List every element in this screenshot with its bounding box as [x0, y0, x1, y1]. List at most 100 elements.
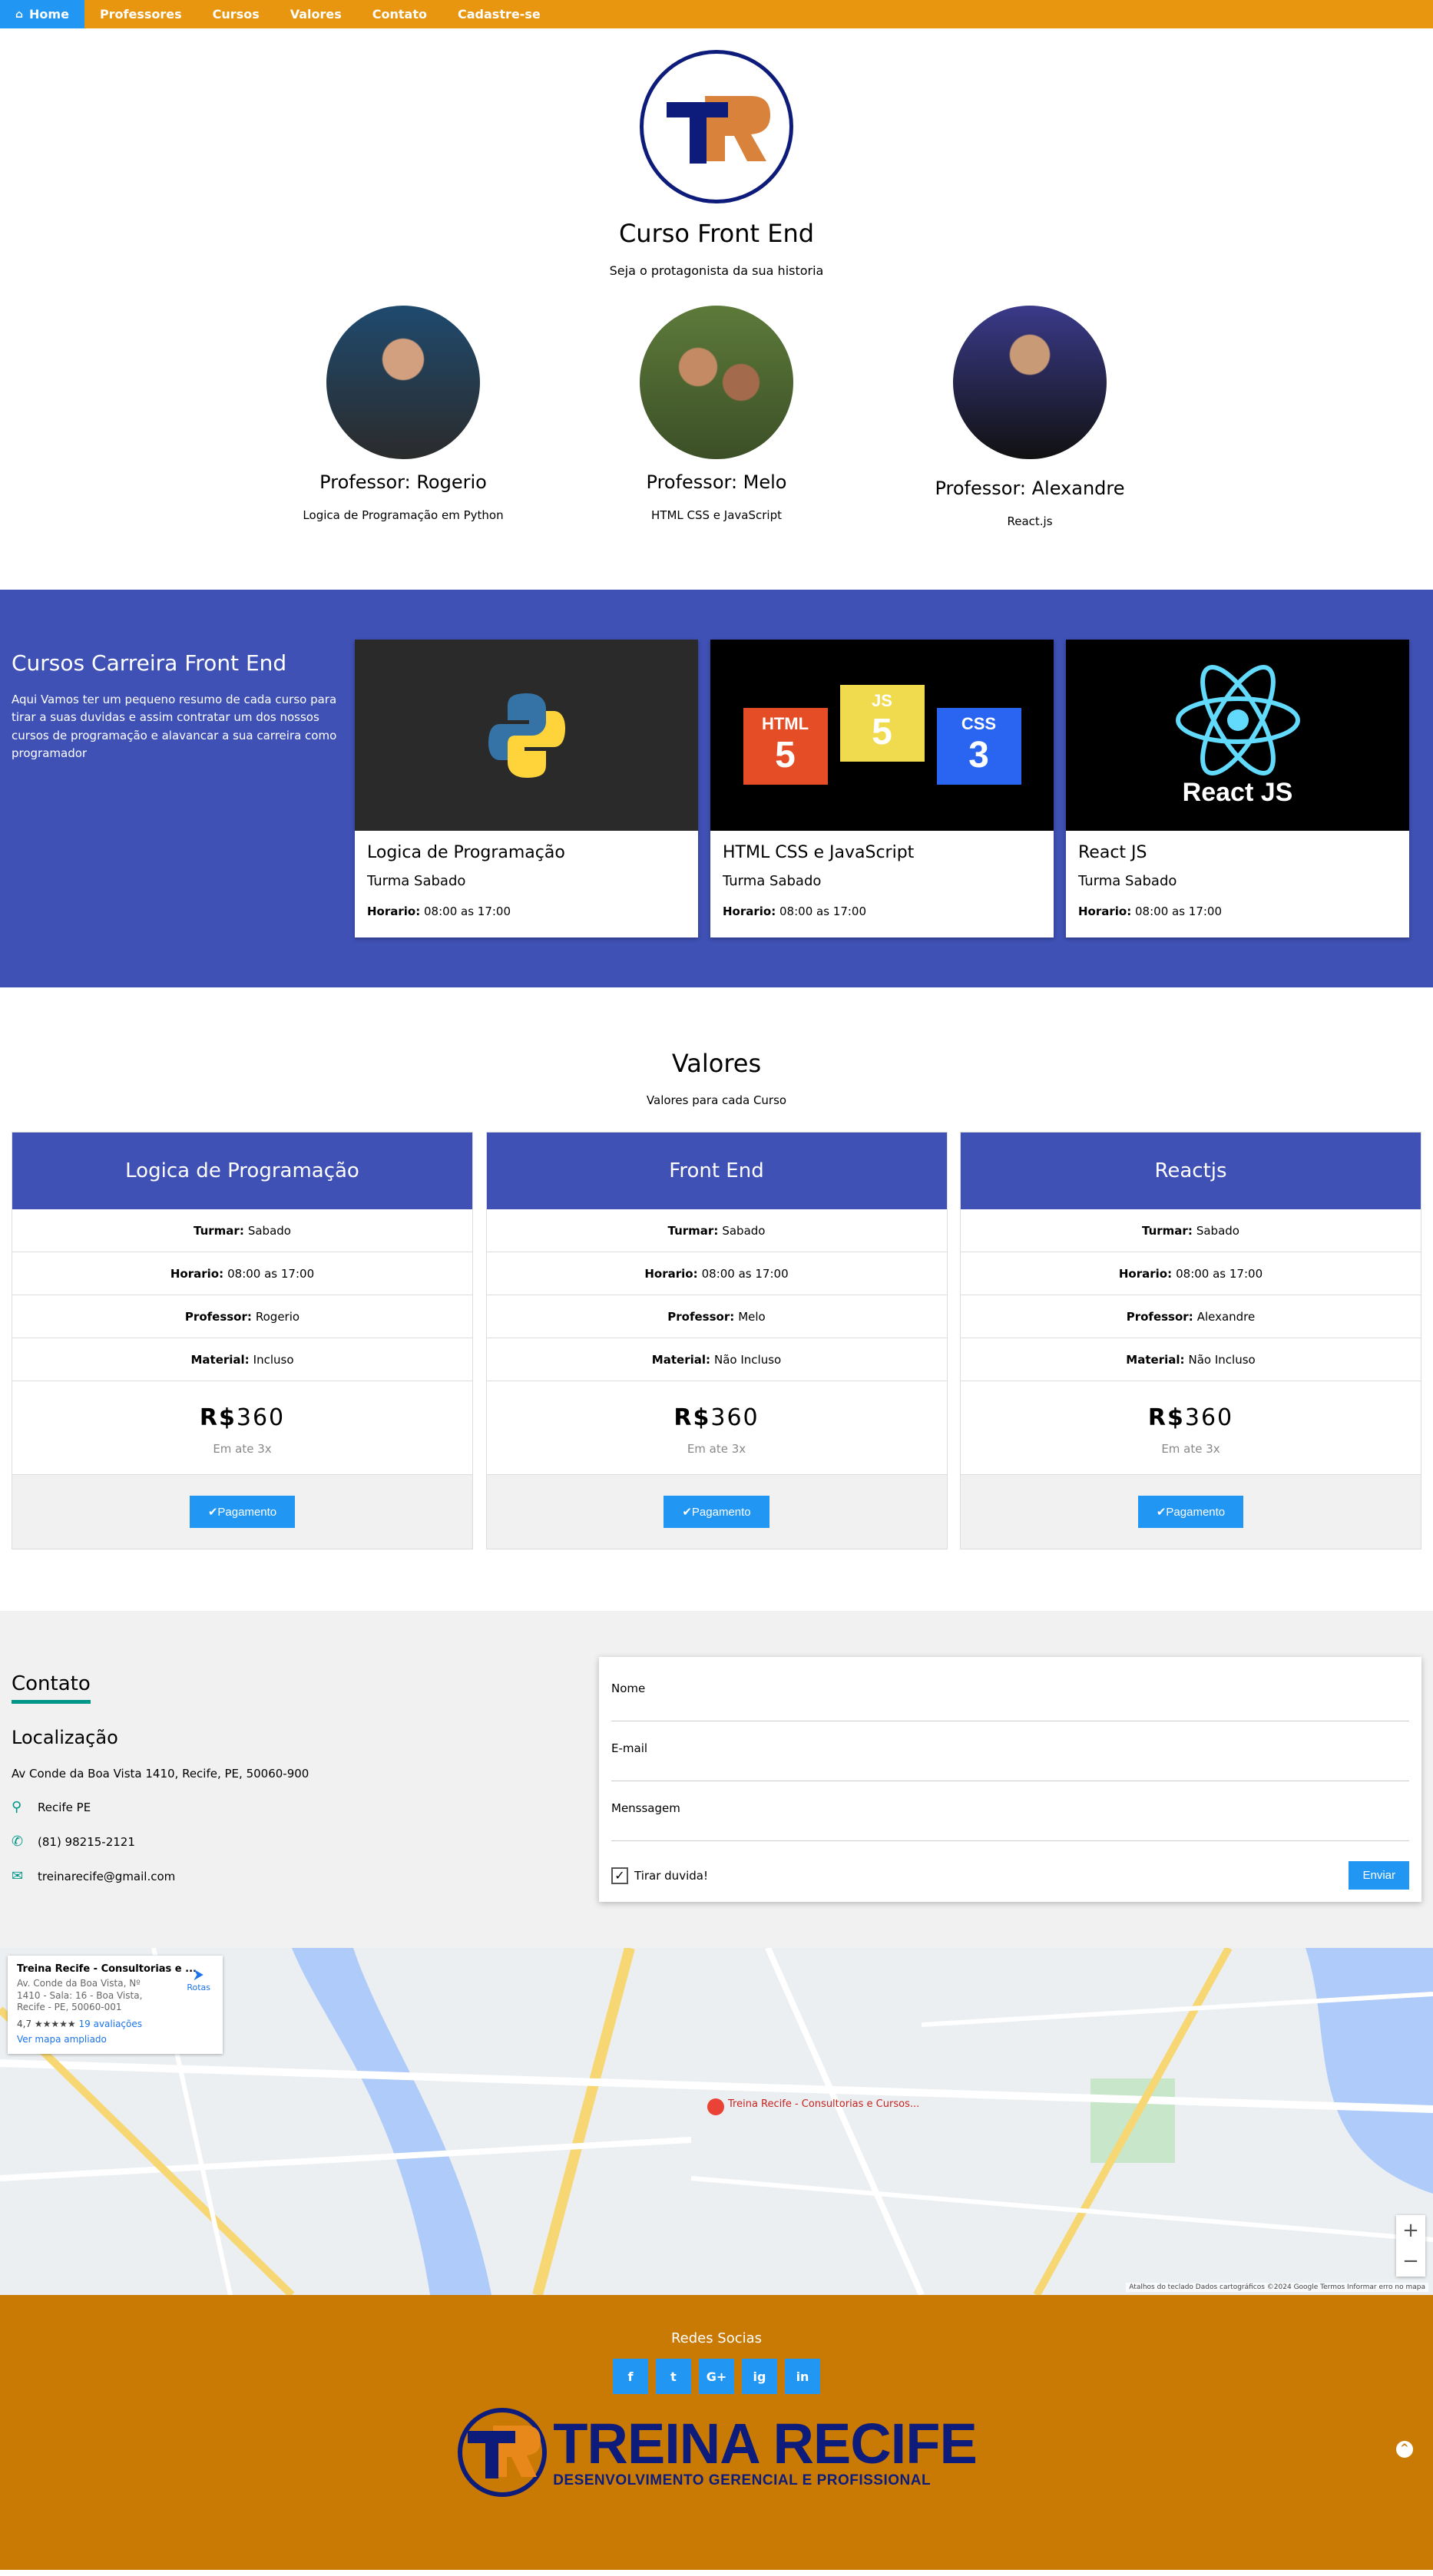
course-card: React JS React JS Turma Sabado Horario: …: [1066, 640, 1409, 937]
google-plus-icon[interactable]: G+: [699, 2359, 734, 2394]
social-links: f t G+ ig in: [0, 2359, 1433, 2394]
contact-email: ✉ treinarecife@gmail.com: [12, 1868, 176, 1884]
professor-desc: React.js: [1007, 514, 1053, 528]
home-icon: ⌂: [15, 8, 24, 21]
checkmark-icon: ✓: [611, 1867, 628, 1884]
price-horario: Horario: 08:00 as 17:00: [486, 1252, 947, 1295]
name-field[interactable]: Nome: [611, 1682, 1409, 1721]
instagram-icon[interactable]: ig: [742, 2359, 777, 2394]
twitter-icon[interactable]: t: [656, 2359, 691, 2394]
nav-home-label: Home: [29, 7, 69, 21]
price-professor: Professor: Melo: [486, 1295, 947, 1338]
price-value: R$360 Em ate 3x: [12, 1381, 472, 1475]
submit-button[interactable]: Enviar: [1349, 1861, 1409, 1890]
footer: Redes Socias f t G+ ig in TREINA RECIFE …: [0, 2295, 1433, 2570]
payment-button[interactable]: ✔Pagamento: [189, 1496, 296, 1528]
phone-icon: ✆: [12, 1834, 24, 1850]
linkedin-icon[interactable]: in: [785, 2359, 820, 2394]
js-icon: JS 5: [839, 685, 925, 762]
course-card: Logica de Programação Turma Sabado Horar…: [355, 640, 698, 937]
envelope-icon: ✉: [12, 1868, 24, 1884]
price-turma: Turmar: Sabado: [12, 1209, 472, 1252]
career-title: Cursos Carreira Front End: [12, 650, 287, 676]
price-card: Front End Turmar: Sabado Horario: 08:00 as…: [485, 1132, 948, 1549]
hero: Curso Front End Seja o protagonista da s…: [0, 28, 1433, 278]
react-atom-icon: [1175, 665, 1300, 775]
directions-button[interactable]: ⮞ Rotas: [187, 1966, 210, 1992]
contact-section: Contato Localização Av Conde da Boa Vist…: [0, 1611, 1433, 1948]
course-hour: Horario: 08:00 as 17:00: [367, 904, 511, 918]
price-material: Material: Não Incluso: [486, 1338, 947, 1381]
map-larger-link[interactable]: Ver mapa ampliado: [17, 2034, 213, 2045]
contact-title: Contato: [12, 1672, 91, 1704]
course-cards: Logica de Programação Turma Sabado Horar…: [355, 640, 1409, 987]
course-card: HTML 5 JS 5 CSS 3 HTML CSS e JavaScript Tur…: [710, 640, 1054, 937]
price-card: Reactjs Turmar: Sabado Horario: 08:00 as 1…: [960, 1132, 1421, 1549]
payment-button[interactable]: ✔Pagamento: [664, 1496, 769, 1528]
price-value: R$360 Em ate 3x: [961, 1381, 1421, 1475]
professor-desc: Logica de Programação em Python: [303, 508, 504, 522]
nav-valores[interactable]: Valores: [275, 0, 357, 28]
payment-button[interactable]: ✔Pagamento: [1137, 1496, 1244, 1528]
location-title: Localização: [12, 1727, 118, 1748]
zoom-out-button[interactable]: −: [1396, 2246, 1425, 2277]
html5-icon: HTML 5: [743, 708, 828, 785]
price-plan-name: Front End: [486, 1133, 947, 1209]
price-turma: Turmar: Sabado: [486, 1209, 947, 1252]
map-place-address: Av. Conde da Boa Vista, Nº 1410 - Sala: …: [17, 1978, 143, 2013]
brand-name: TREINA RECIFE: [553, 2412, 978, 2475]
brand-tagline: DESENVOLVIMENTO GERENCIAL E PROFISSIONAL: [553, 2472, 932, 2488]
course-hour: Horario: 08:00 as 17:00: [1078, 904, 1223, 918]
react-logo-text: React JS: [1182, 778, 1293, 807]
footer-title: Redes Socias: [670, 2330, 763, 2346]
price-professor: Professor: Alexandre: [961, 1295, 1421, 1338]
nav-professores[interactable]: Professores: [84, 0, 197, 28]
question-checkbox[interactable]: ✓ Tirar duvida!: [611, 1867, 708, 1884]
course-turma: Turma Sabado: [723, 873, 822, 889]
embedded-map[interactable]: Treina Recife - Consultorias e Cursos...…: [0, 1948, 1433, 2295]
css3-icon: CSS 3: [936, 708, 1021, 785]
nav-cursos[interactable]: Cursos: [197, 0, 275, 28]
facebook-icon[interactable]: f: [613, 2359, 648, 2394]
professor-card: Professor: Rogerio Logica de Programação…: [247, 306, 560, 528]
professor-card: Professor: Melo HTML CSS e JavaScript: [560, 306, 873, 528]
price-material: Material: Incluso: [12, 1338, 472, 1381]
professor-name: Professor: Melo: [646, 471, 787, 493]
nav-cadastre[interactable]: Cadastre-se: [442, 0, 556, 28]
message-field[interactable]: Menssagem: [611, 1801, 1409, 1841]
react-image: React JS: [1066, 640, 1409, 831]
course-turma: Turma Sabado: [1078, 873, 1177, 889]
pricing-section: Valores Valores para cada Curso Logica d…: [0, 987, 1433, 1611]
nav-contato[interactable]: Contato: [357, 0, 442, 28]
course-title: HTML CSS e JavaScript: [723, 843, 915, 862]
site-logo: [640, 50, 793, 203]
course-title: React JS: [1078, 843, 1147, 862]
page-subtitle: Seja o protagonista da sua historia: [609, 263, 824, 278]
top-nav: ⌂ Home Professores Cursos Valores Contat…: [0, 0, 1433, 28]
course-hour: Horario: 08:00 as 17:00: [723, 904, 867, 918]
email-field[interactable]: E-mail: [611, 1741, 1409, 1781]
career-section: Cursos Carreira Front End Aqui Vamos ter…: [0, 590, 1433, 987]
price-plan-name: Reactjs: [961, 1133, 1421, 1209]
footer-brand: TREINA RECIFE DESENVOLVIMENTO GERENCIAL …: [0, 2406, 1433, 2498]
page-title: Curso Front End: [618, 219, 815, 248]
map-place-title: Treina Recife - Consultorias e ...: [17, 1963, 197, 1975]
map-attribution: Atalhos do teclado Dados cartográficos ©…: [1126, 2283, 1428, 2292]
price-value: R$360 Em ate 3x: [486, 1381, 947, 1475]
price-plan-name: Logica de Programação: [12, 1133, 472, 1209]
nav-home[interactable]: ⌂ Home: [0, 0, 84, 28]
map-rating: 4,7 ★★★★★ 19 avaliações: [17, 2018, 143, 2029]
professor-desc: HTML CSS e JavaScript: [651, 508, 782, 522]
professor-name: Professor: Rogerio: [319, 471, 487, 493]
professor-name: Professor: Alexandre: [935, 478, 1125, 499]
zoom-in-button[interactable]: +: [1396, 2215, 1425, 2246]
professor-photo: [953, 306, 1107, 459]
professor-card: Professor: Alexandre React.js: [873, 306, 1186, 528]
contact-address: Av Conde da Boa Vista 1410, Recife, PE, …: [12, 1767, 309, 1781]
career-text: Aqui Vamos ter um pequeno resumo de cada…: [12, 693, 337, 760]
back-to-top-icon[interactable]: [1396, 2441, 1413, 2458]
price-professor: Professor: Rogerio: [12, 1295, 472, 1338]
directions-icon: ⮞: [194, 1966, 204, 1982]
professor-photo: [326, 306, 480, 459]
price-material: Material: Não Incluso: [961, 1338, 1421, 1381]
